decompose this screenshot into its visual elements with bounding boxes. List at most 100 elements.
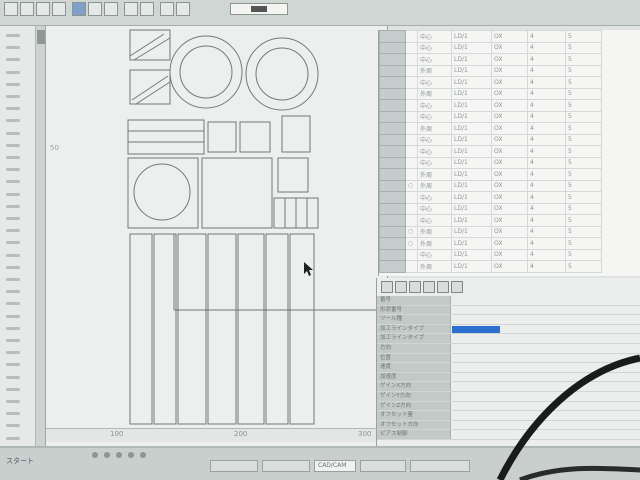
task-button-4[interactable] <box>360 460 406 472</box>
grid-cell[interactable]: OX <box>491 179 528 192</box>
grid-cell[interactable]: OX <box>491 202 528 215</box>
grid-cell[interactable]: LD/1 <box>451 168 492 181</box>
grid-cell[interactable]: 4 <box>527 99 566 112</box>
grid-cell[interactable]: OX <box>491 53 528 66</box>
part-small-4[interactable] <box>277 157 309 193</box>
tray-icon-5[interactable] <box>140 452 146 458</box>
grid-cell[interactable]: 4 <box>527 145 566 158</box>
grid-row[interactable]: 外周 LD/1 OX 4 5 <box>379 122 602 135</box>
grid-cell[interactable]: OX <box>491 76 528 89</box>
tray-icon-2[interactable] <box>104 452 110 458</box>
grid-row[interactable]: 中心 LD/1 OX 4 5 <box>379 41 602 54</box>
grid-row-header[interactable] <box>379 76 406 89</box>
grid-cell[interactable]: OX <box>491 237 528 250</box>
grid-cell[interactable]: LD/1 <box>451 99 492 112</box>
grid-row[interactable]: 中心 LD/1 OX 4 5 <box>379 30 602 43</box>
grid-cell[interactable]: OX <box>491 156 528 169</box>
grid-cell[interactable]: 5 <box>565 214 602 227</box>
grid-cell[interactable]: LD/1 <box>451 225 492 238</box>
grid-cell[interactable]: 4 <box>527 168 566 181</box>
grid-cell[interactable]: 5 <box>565 133 602 146</box>
grid-cell[interactable]: 5 <box>565 110 602 123</box>
zoom-field[interactable] <box>230 3 288 15</box>
grid-cell[interactable]: 中心 <box>417 191 452 204</box>
grid-cell[interactable]: OX <box>491 30 528 43</box>
grid-cell[interactable]: 中心 <box>417 156 452 169</box>
part-ring-1-outer[interactable] <box>169 35 243 109</box>
grid-cell[interactable]: LD/1 <box>451 260 492 273</box>
strip-6[interactable] <box>265 233 289 425</box>
grid-row-header[interactable] <box>379 87 406 100</box>
grid-row-header[interactable] <box>379 260 406 273</box>
property-row[interactable]: 速度 <box>377 363 640 373</box>
grid-cell[interactable]: LD/1 <box>451 156 492 169</box>
grid-icon[interactable] <box>176 2 190 16</box>
list-icon[interactable] <box>451 281 463 293</box>
grid-cell[interactable]: 外周 <box>417 237 452 250</box>
property-row[interactable]: 番号 <box>377 296 640 306</box>
sort-icon[interactable] <box>381 281 393 293</box>
grid-cell[interactable]: 中心 <box>417 202 452 215</box>
grid-cell[interactable]: LD/1 <box>451 87 492 100</box>
grid-cell[interactable]: OX <box>491 122 528 135</box>
grid-cell[interactable]: OX <box>491 87 528 100</box>
grid-cell[interactable]: 4 <box>527 76 566 89</box>
grid-row-header[interactable] <box>379 145 406 158</box>
grid-cell[interactable]: 5 <box>565 99 602 112</box>
copy-icon[interactable] <box>88 2 102 16</box>
redo-icon[interactable] <box>140 2 154 16</box>
grid-cell[interactable] <box>405 41 418 54</box>
zoom-icon[interactable] <box>160 2 174 16</box>
grid-cell[interactable]: OX <box>491 168 528 181</box>
grid-cell[interactable]: 4 <box>527 87 566 100</box>
part-plate-2[interactable] <box>201 157 273 229</box>
property-value[interactable] <box>452 325 500 333</box>
arrow-left-icon[interactable] <box>437 281 449 293</box>
vertical-scrollbar[interactable] <box>36 26 46 446</box>
part-rect-2[interactable] <box>129 69 171 105</box>
grid-cell[interactable]: 5 <box>565 237 602 250</box>
grid-cell[interactable]: ○ <box>405 237 418 250</box>
grid-cell[interactable]: 外周 <box>417 260 452 273</box>
grid-cell[interactable]: 5 <box>565 53 602 66</box>
grid-cell[interactable]: 4 <box>527 179 566 192</box>
grid-cell[interactable]: LD/1 <box>451 110 492 123</box>
property-row[interactable]: ゲインY方向 <box>377 391 640 402</box>
grid-cell[interactable]: LD/1 <box>451 64 492 77</box>
grid-cell[interactable]: 5 <box>565 202 602 215</box>
grid-cell[interactable]: LD/1 <box>451 248 492 261</box>
tray-icon-4[interactable] <box>128 452 134 458</box>
grid-row-header[interactable] <box>379 53 406 66</box>
grid-cell[interactable]: LD/1 <box>451 202 492 215</box>
grid-cell[interactable]: 4 <box>527 202 566 215</box>
grid-cell[interactable]: LD/1 <box>451 191 492 204</box>
grid-cell[interactable] <box>405 53 418 66</box>
grid-row-header[interactable] <box>379 248 406 261</box>
grid-cell[interactable]: 外周 <box>417 225 452 238</box>
arrow-up-icon[interactable] <box>409 281 421 293</box>
grid-cell[interactable]: 4 <box>527 64 566 77</box>
grid-cell[interactable] <box>405 87 418 100</box>
strip-3[interactable] <box>177 233 207 425</box>
arrow-down-icon[interactable] <box>395 281 407 293</box>
grid-row[interactable]: 中心 LD/1 OX 4 5 <box>379 99 602 112</box>
scrollbar-thumb[interactable] <box>37 30 45 44</box>
grid-cell[interactable]: 4 <box>527 248 566 261</box>
grid-row[interactable]: 中心 LD/1 OX 4 5 <box>379 156 602 169</box>
grid-row-header[interactable] <box>379 191 406 204</box>
grid-cell[interactable]: LD/1 <box>451 133 492 146</box>
grid-cell[interactable]: LD/1 <box>451 237 492 250</box>
grid-cell[interactable] <box>405 168 418 181</box>
tray-icon-3[interactable] <box>116 452 122 458</box>
property-row[interactable]: 方向 <box>377 343 640 354</box>
part-small-3[interactable] <box>281 115 311 153</box>
cut-icon[interactable] <box>72 2 86 16</box>
grid-cell[interactable]: 4 <box>527 133 566 146</box>
grid-cell[interactable]: LD/1 <box>451 76 492 89</box>
grid-row[interactable]: 中心 LD/1 OX 4 5 <box>379 214 602 227</box>
grid-cell[interactable]: 4 <box>527 122 566 135</box>
grid-cell[interactable]: OX <box>491 133 528 146</box>
grid-cell[interactable]: 中心 <box>417 133 452 146</box>
undo-icon[interactable] <box>124 2 138 16</box>
drawing-canvas[interactable]: 50 <box>46 26 388 446</box>
